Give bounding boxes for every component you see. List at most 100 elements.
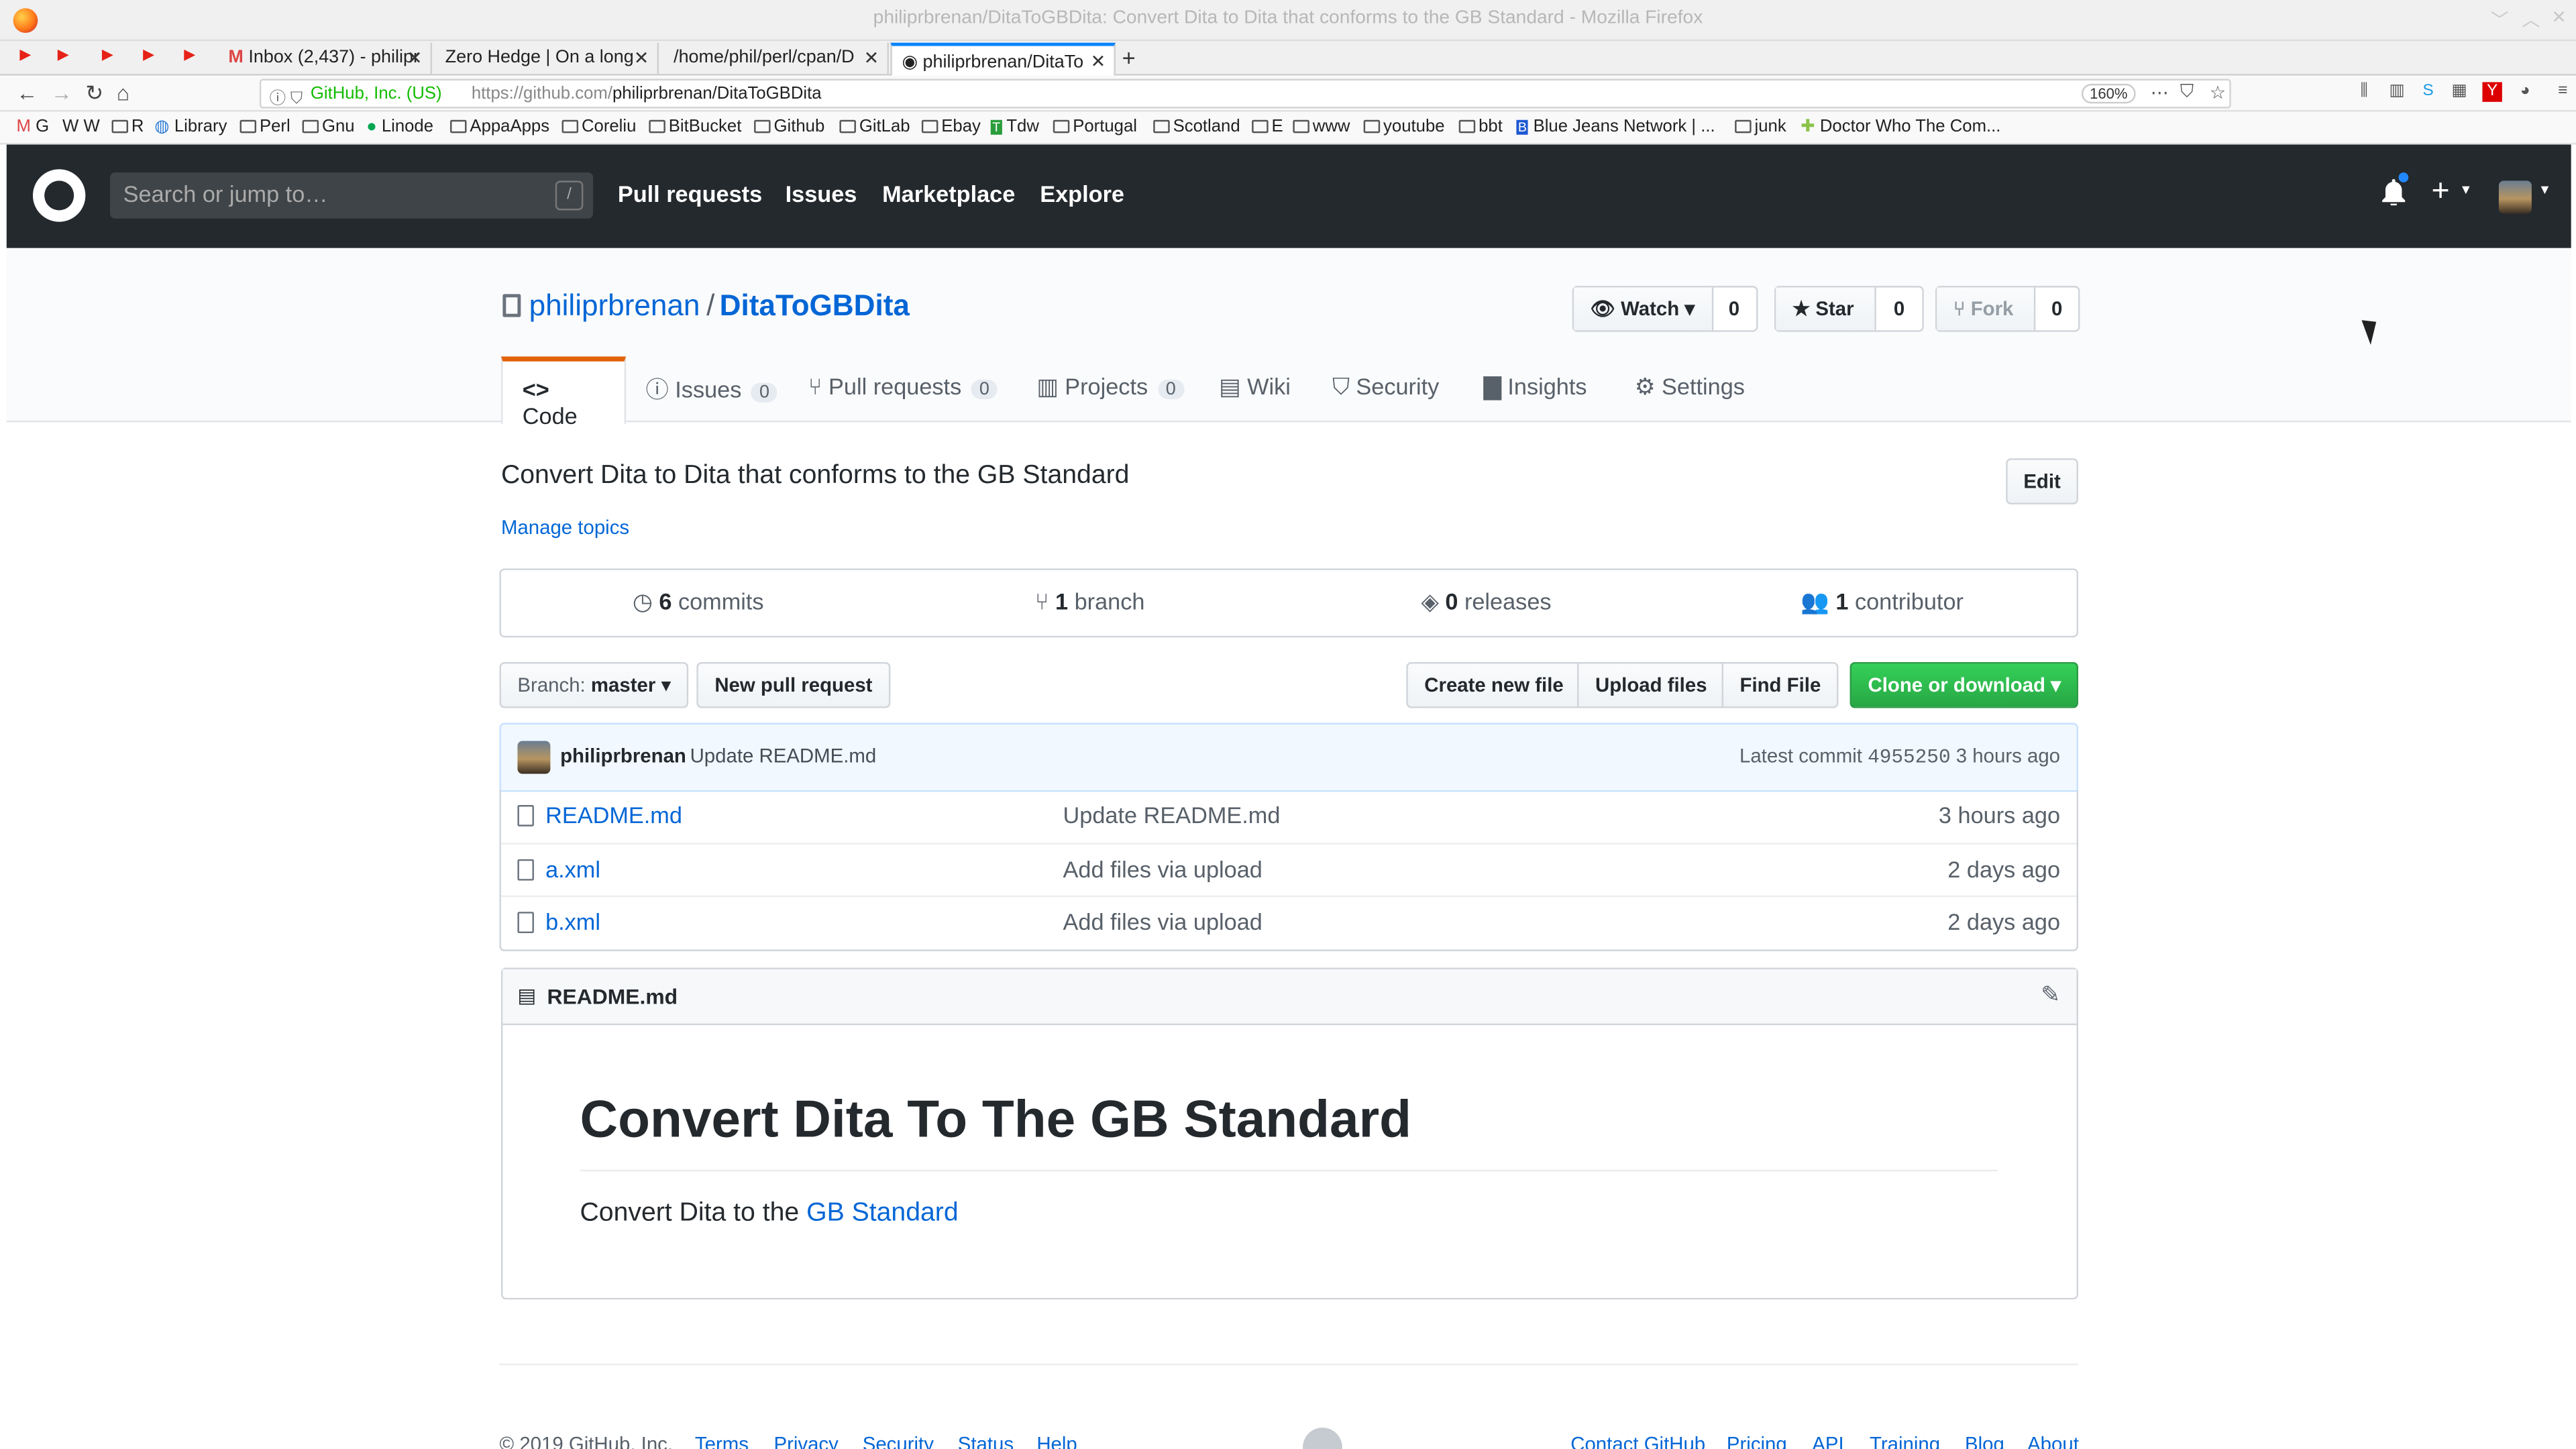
sidebar-icon[interactable]: ▥ xyxy=(2387,82,2406,101)
nav-issues[interactable]: Issues xyxy=(786,180,857,207)
watch-button[interactable]: 👁 Watch ▾ xyxy=(1574,287,1714,331)
footer-link-terms[interactable]: Terms xyxy=(695,1433,749,1449)
user-avatar[interactable] xyxy=(2498,180,2532,214)
edit-description-button[interactable]: Edit xyxy=(2006,458,2078,504)
releases-link[interactable]: ◈ 0 releases xyxy=(1421,588,1551,616)
footer-link-contact[interactable]: Contact GitHub xyxy=(1570,1433,1705,1449)
site-identity[interactable]: GitHub, Inc. (US) xyxy=(311,84,442,103)
bookmark-folder[interactable]: junk xyxy=(1735,117,1786,136)
file-name-link[interactable]: README.md xyxy=(545,802,682,828)
author-avatar[interactable] xyxy=(517,741,551,774)
fork-count[interactable]: 0 xyxy=(2035,297,2078,320)
file-commit-message[interactable]: Add files via upload xyxy=(1063,908,1263,934)
pencil-edit-icon[interactable]: ✎ xyxy=(2041,981,2060,1009)
file-commit-message[interactable]: Add files via upload xyxy=(1063,856,1263,882)
bookmark-item[interactable]: M G xyxy=(16,117,49,136)
bookmark-folder[interactable]: Portugal xyxy=(1053,117,1137,136)
tab-settings[interactable]: ⚙ Settings xyxy=(1635,373,1745,401)
footer-link-help[interactable]: Help xyxy=(1036,1433,1077,1449)
contributors-link[interactable]: 👥 1 contributor xyxy=(1801,588,1964,616)
skype-icon[interactable]: S xyxy=(2418,82,2438,101)
github-logo-icon[interactable] xyxy=(32,169,86,222)
tab-close-icon[interactable]: ✕ xyxy=(864,48,879,68)
forward-arrow-icon[interactable]: → xyxy=(51,80,72,105)
footer-link-about[interactable]: About xyxy=(2027,1433,2079,1449)
fork-button[interactable]: ⑂ Fork xyxy=(1937,287,2036,331)
file-name-link[interactable]: a.xml xyxy=(545,856,600,882)
bookmark-folder[interactable]: Ebay xyxy=(921,117,981,136)
watch-count[interactable]: 0 xyxy=(1712,297,1756,320)
tab-close-icon[interactable]: ✕ xyxy=(1091,51,1106,72)
youtube-pinned-tab-icon[interactable]: ▶ xyxy=(58,46,84,69)
bookmark-item[interactable]: B Blue Jeans Network | ... xyxy=(1516,117,1715,136)
tab-wiki[interactable]: ▤ Wiki xyxy=(1219,373,1291,401)
create-new-file-button[interactable]: Create new file xyxy=(1406,661,1582,708)
close-window-icon[interactable]: ✕ xyxy=(2551,7,2567,28)
tab-insights[interactable]: ▇ Insights xyxy=(1483,373,1587,401)
bookmark-folder[interactable]: Perl xyxy=(239,117,290,136)
footer-link-blog[interactable]: Blog xyxy=(1965,1433,2004,1449)
commit-message-link[interactable]: Update README.md xyxy=(690,744,877,767)
menu-hamburger-icon[interactable]: ≡ xyxy=(2553,82,2573,101)
bookmark-item[interactable]: ◍ Library xyxy=(154,117,227,136)
new-pull-request-button[interactable]: New pull request xyxy=(696,661,891,708)
bookmark-folder[interactable]: BitBucket xyxy=(649,117,741,136)
bookmark-folder[interactable]: GitLab xyxy=(839,117,910,136)
bookmark-folder[interactable]: youtube xyxy=(1363,117,1445,136)
bookmark-folder[interactable]: R xyxy=(111,117,144,136)
back-arrow-icon[interactable]: ← xyxy=(16,80,38,105)
footer-link-status[interactable]: Status xyxy=(958,1433,1014,1449)
repo-owner-link[interactable]: philiprbrenan xyxy=(529,289,700,323)
nav-explore[interactable]: Explore xyxy=(1040,180,1124,207)
youtube-pinned-tab-icon[interactable]: ▶ xyxy=(184,46,210,69)
bookmark-item[interactable]: W W xyxy=(62,117,100,136)
tab-issues[interactable]: ⓘ Issues 0 xyxy=(645,373,778,406)
pocket-icon[interactable]: ⛉ xyxy=(2180,82,2194,103)
footer-link-privacy[interactable]: Privacy xyxy=(773,1433,838,1449)
file-commit-message[interactable]: Update README.md xyxy=(1063,802,1281,828)
tab-security[interactable]: ⛉ Security xyxy=(1332,373,1439,401)
bookmark-item[interactable]: ● Linode xyxy=(366,117,433,136)
caret-down-icon[interactable]: ▼ xyxy=(2459,182,2472,197)
tab-close-icon[interactable]: ✕ xyxy=(634,48,649,68)
nav-pull-requests[interactable]: Pull requests xyxy=(618,180,762,207)
extension-icon[interactable]: ◕ xyxy=(2515,82,2534,101)
tab-zerohedge[interactable]: Zero Hedge | On a long ✕ xyxy=(435,42,659,76)
youtube-pinned-tab-icon[interactable]: ▶ xyxy=(143,46,169,69)
gb-standard-link[interactable]: GB Standard xyxy=(806,1199,959,1228)
bookmark-folder[interactable]: bbt xyxy=(1458,117,1503,136)
footer-link-api[interactable]: API xyxy=(1812,1433,1843,1449)
minimize-icon[interactable]: ﹀ xyxy=(2491,7,2509,33)
tab-github-active[interactable]: ◉ philiprbrenan/DitaTo ✕ xyxy=(890,42,1116,76)
site-info-icon[interactable]: ⓘ ⛉ xyxy=(270,84,303,109)
find-file-button[interactable]: Find File xyxy=(1721,661,1839,708)
search-input[interactable]: Search or jump to… / xyxy=(110,172,594,219)
bookmark-folder[interactable]: Gnu xyxy=(302,117,355,136)
caret-down-icon[interactable]: ▼ xyxy=(2538,182,2551,197)
bookmark-folder[interactable]: Coreliu xyxy=(561,117,636,136)
tab-close-icon[interactable]: ✕ xyxy=(407,48,423,68)
youtube-pinned-tab-icon[interactable]: ▶ xyxy=(19,46,46,69)
upload-files-button[interactable]: Upload files xyxy=(1577,661,1725,708)
bookmark-item[interactable]: ✚ Doctor Who The Com... xyxy=(1801,117,2000,136)
zoom-level[interactable]: 160% xyxy=(2081,83,2136,104)
footer-link-training[interactable]: Training xyxy=(1870,1433,1940,1449)
manage-topics-link[interactable]: Manage topics xyxy=(501,516,629,539)
repo-name-link[interactable]: DitaToGBDita xyxy=(720,289,910,323)
maximize-icon[interactable]: ︿ xyxy=(2522,7,2540,33)
nav-marketplace[interactable]: Marketplace xyxy=(882,180,1015,207)
branch-select-button[interactable]: Branch: master ▾ xyxy=(499,661,690,708)
tab-projects[interactable]: ▥ Projects 0 xyxy=(1036,373,1185,401)
url-bar[interactable]: ⓘ ⛉ GitHub, Inc. (US) https://github.com… xyxy=(259,78,2231,109)
github-footer-logo-icon[interactable] xyxy=(1303,1428,1342,1449)
tab-gmail[interactable]: M Inbox (2,437) - philipr ✕ xyxy=(219,42,433,76)
bookmark-folder[interactable]: AppaApps xyxy=(450,117,549,136)
library-icon[interactable]: ⫼ xyxy=(2354,82,2373,101)
footer-link-security[interactable]: Security xyxy=(863,1433,934,1449)
star-count[interactable]: 0 xyxy=(1876,297,1923,320)
extensions-grid-icon[interactable]: ▦ xyxy=(2449,82,2469,101)
commits-link[interactable]: ◷ 6 commits xyxy=(633,588,764,616)
bookmark-folder[interactable]: E xyxy=(1252,117,1283,136)
reload-icon[interactable]: ↻ xyxy=(85,80,103,107)
tab-file-browser[interactable]: /home/phil/perl/cpan/D ✕ xyxy=(663,42,889,76)
